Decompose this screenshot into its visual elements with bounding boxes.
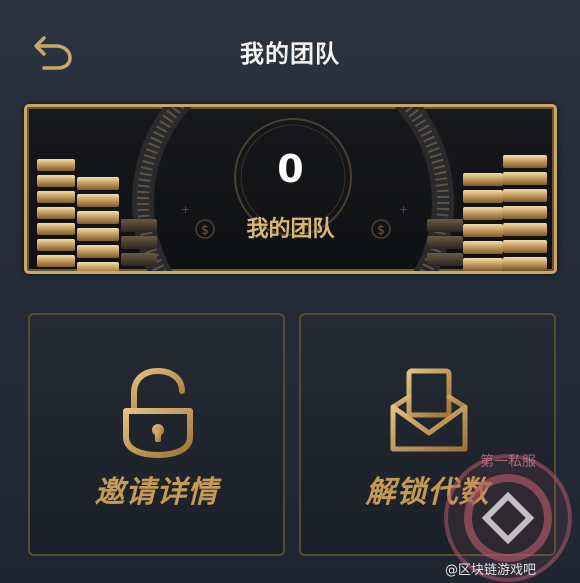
unlock-generations-label: 解锁代数: [365, 475, 490, 510]
team-member-count: 0: [277, 147, 304, 191]
team-banner: $ $ + + 0 我的团队: [24, 104, 557, 274]
team-count-label: 我的团队: [246, 217, 335, 242]
invite-details-card[interactable]: 邀请详情: [28, 313, 285, 556]
envelope-letter-icon: [390, 368, 468, 452]
header-bar: 我的团队: [0, 0, 580, 100]
invite-details-label: 邀请详情: [94, 475, 219, 510]
page-title: 我的团队: [240, 40, 340, 68]
unlock-padlock-icon: [123, 367, 193, 458]
unlock-generations-card[interactable]: 解锁代数: [299, 313, 556, 556]
watermark-footer: @区块链游戏吧: [445, 563, 537, 578]
